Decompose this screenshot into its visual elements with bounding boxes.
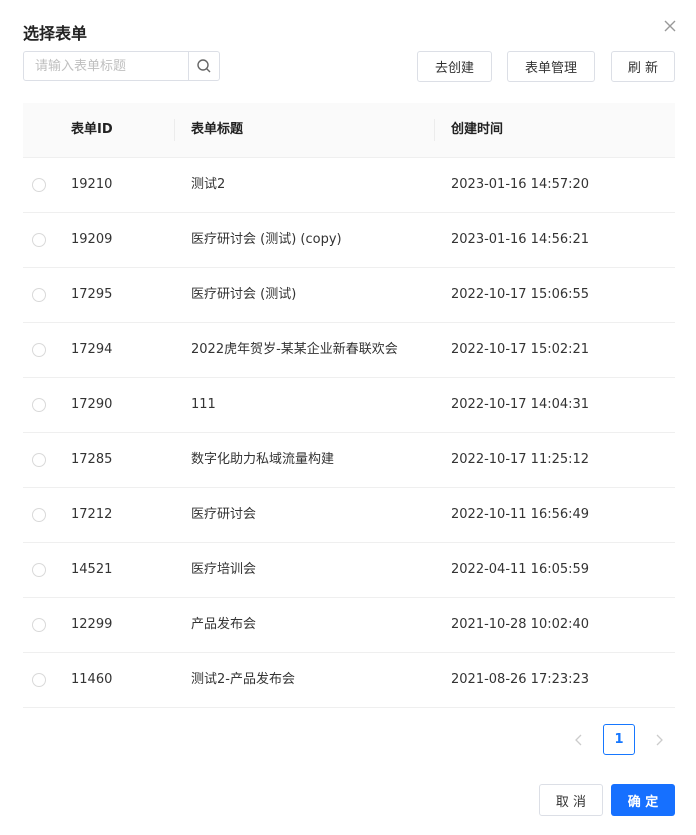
pagination: 1	[563, 724, 675, 756]
page-number-current[interactable]: 1	[603, 724, 635, 755]
table-row[interactable]: 19210 测试2 2023-01-16 14:57:20	[23, 158, 675, 213]
form-created-time: 2022-10-11 16:56:49	[451, 507, 590, 522]
search-icon	[197, 59, 211, 73]
row-radio[interactable]	[32, 563, 46, 577]
confirm-button[interactable]: 确 定	[611, 784, 675, 816]
row-radio[interactable]	[32, 508, 46, 522]
row-radio[interactable]	[32, 178, 46, 192]
search-box	[23, 51, 220, 81]
chevron-left-icon[interactable]	[571, 732, 587, 748]
form-created-time: 2022-04-11 16:05:59	[451, 562, 590, 577]
column-header-title: 表单标题	[191, 122, 244, 137]
form-id: 19210	[71, 177, 113, 192]
table-row[interactable]: 17285 数字化助力私域流量构建 2022-10-17 11:25:12	[23, 433, 675, 488]
form-title: 产品发布会	[191, 617, 257, 632]
form-id: 17290	[71, 397, 113, 412]
form-created-time: 2022-10-17 11:25:12	[451, 452, 590, 467]
form-created-time: 2023-01-16 14:57:20	[451, 177, 590, 192]
form-title: 111	[191, 397, 216, 412]
form-created-time: 2023-01-16 14:56:21	[451, 232, 590, 247]
form-id: 17294	[71, 342, 113, 357]
form-title: 2022虎年贺岁-某某企业新春联欢会	[191, 342, 398, 357]
form-id: 17285	[71, 452, 113, 467]
row-radio[interactable]	[32, 398, 46, 412]
table-row[interactable]: 17294 2022虎年贺岁-某某企业新春联欢会 2022-10-17 15:02:…	[23, 323, 675, 378]
column-header-created: 创建时间	[451, 122, 504, 137]
row-radio[interactable]	[32, 288, 46, 302]
create-form-button[interactable]: 去创建	[417, 51, 492, 82]
form-created-time: 2022-10-17 15:06:55	[451, 287, 590, 302]
table-row[interactable]: 14521 医疗培训会 2022-04-11 16:05:59	[23, 543, 675, 598]
table-row[interactable]: 11460 测试2-产品发布会 2021-08-26 17:23:23	[23, 653, 675, 708]
form-created-time: 2021-08-26 17:23:23	[451, 672, 590, 687]
table-row[interactable]: 17295 医疗研讨会 (测试) 2022-10-17 15:06:55	[23, 268, 675, 323]
table-row[interactable]: 12299 产品发布会 2021-10-28 10:02:40	[23, 598, 675, 653]
form-title: 医疗培训会	[191, 562, 257, 577]
row-radio[interactable]	[32, 343, 46, 357]
table-row[interactable]: 17212 医疗研讨会 2022-10-11 16:56:49	[23, 488, 675, 543]
row-radio[interactable]	[32, 233, 46, 247]
form-id: 17295	[71, 287, 113, 302]
table-row[interactable]: 17290 111 2022-10-17 14:04:31	[23, 378, 675, 433]
form-created-time: 2022-10-17 14:04:31	[451, 397, 590, 412]
column-header-id: 表单ID	[71, 122, 113, 137]
close-icon[interactable]	[660, 16, 680, 36]
form-title: 数字化助力私域流量构建	[191, 452, 335, 467]
search-button[interactable]	[188, 52, 219, 80]
form-created-time: 2022-10-17 15:02:21	[451, 342, 590, 357]
table-header: 表单ID 表单标题 创建时间	[23, 103, 675, 158]
refresh-button[interactable]: 刷 新	[611, 51, 675, 82]
form-id: 11460	[71, 672, 113, 687]
dialog-title: 选择表单	[23, 24, 88, 43]
table-body: 19210 测试2 2023-01-16 14:57:20 19209 医疗研讨会 (测…	[23, 158, 675, 708]
forms-table: 表单ID 表单标题 创建时间 19210 测试2 2023-01-16 14:57:…	[23, 103, 675, 708]
row-radio[interactable]	[32, 673, 46, 687]
row-radio[interactable]	[32, 618, 46, 632]
form-title: 医疗研讨会 (测试) (copy)	[191, 232, 342, 247]
row-radio[interactable]	[32, 453, 46, 467]
column-divider	[174, 119, 175, 141]
form-id: 12299	[71, 617, 113, 632]
select-form-dialog: 选择表单 去创建 表单管理 刷 新 表单ID 表单标题 创建时间 19210 测试…	[0, 0, 696, 835]
form-title: 医疗研讨会	[191, 507, 257, 522]
form-created-time: 2021-10-28 10:02:40	[451, 617, 590, 632]
form-title: 医疗研讨会 (测试)	[191, 287, 297, 302]
manage-forms-button[interactable]: 表单管理	[507, 51, 595, 82]
form-id: 19209	[71, 232, 113, 247]
cancel-button[interactable]: 取 消	[539, 784, 603, 816]
chevron-right-icon[interactable]	[651, 732, 667, 748]
column-divider	[434, 119, 435, 141]
search-input[interactable]	[24, 52, 188, 80]
form-title: 测试2	[191, 177, 226, 192]
form-id: 14521	[71, 562, 113, 577]
table-row[interactable]: 19209 医疗研讨会 (测试) (copy) 2023-01-16 14:56:2…	[23, 213, 675, 268]
form-id: 17212	[71, 507, 113, 522]
form-title: 测试2-产品发布会	[191, 672, 295, 687]
